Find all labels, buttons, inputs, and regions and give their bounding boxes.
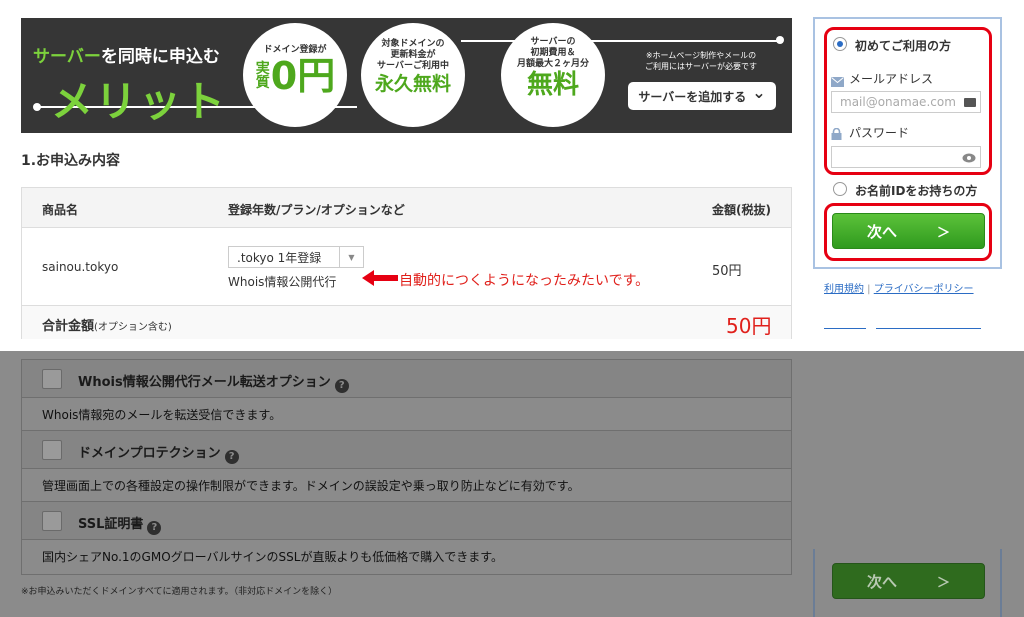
product-name: sainou.tokyo bbox=[42, 260, 119, 274]
checkbox-domain-protection[interactable] bbox=[42, 440, 62, 460]
total-label: 合計金額 bbox=[42, 319, 95, 334]
server-merit-banner: サーバーを同時に申込む メリット ドメイン登録が 実質 0円 対象ドメインの 更… bbox=[21, 18, 792, 133]
banner-subtitle: サーバーを同時に申込む bbox=[33, 47, 220, 67]
red-arrow-icon bbox=[362, 270, 398, 290]
sticky-panel: 次へ ＞ bbox=[813, 549, 1002, 617]
footnote: ※お申込みいただくドメインすべてに適用されます。（非対応ドメインを除く） bbox=[21, 587, 338, 597]
chevron-right-icon: ＞ bbox=[937, 225, 951, 241]
help-icon[interactable]: ? bbox=[147, 521, 162, 535]
option-description: 国内シェアNo.1のGMOグローバルサインのSSLが直販よりも低価格で購入できま… bbox=[42, 550, 504, 564]
merit-side-label: 実質 bbox=[255, 61, 270, 91]
annotation-note: 自動的につくようになったみたいです。 bbox=[399, 273, 650, 289]
option-row: ドメインプロテクション? bbox=[22, 431, 791, 469]
option-row: SSL証明書? bbox=[22, 502, 791, 540]
checkbox-whois-forward[interactable] bbox=[42, 369, 62, 389]
next-button-sticky[interactable]: 次へ ＞ bbox=[832, 563, 985, 599]
merit-circle-domain: ドメイン登録が 実質 0円 bbox=[243, 23, 347, 127]
banner-dot bbox=[33, 103, 41, 111]
options-box: Whois情報公開代行メール転送オプション? Whois情報宛のメールを転送受信… bbox=[21, 359, 792, 575]
merit-value: 0円 bbox=[270, 54, 336, 98]
options-section: Whois情報公開代行メール転送オプション? Whois情報宛のメールを転送受信… bbox=[0, 351, 1024, 617]
password-input[interactable] bbox=[831, 146, 981, 168]
have-id-label: お名前IDをお持ちの方 bbox=[855, 184, 978, 198]
option-row: Whois情報公開代行メール転送オプション? bbox=[22, 360, 791, 398]
merit-value: 無料 bbox=[526, 70, 579, 100]
table-header: 商品名 登録年数/プラン/オプションなど 金額(税抜) bbox=[22, 188, 791, 228]
add-server-button[interactable]: サーバーを追加する ⌄ bbox=[628, 82, 776, 110]
eye-icon bbox=[962, 152, 976, 166]
first-time-label: 初めてご利用の方 bbox=[855, 39, 952, 53]
mail-icon bbox=[831, 72, 844, 91]
chevron-down-icon: ⌄ bbox=[752, 83, 766, 102]
banner-title: メリット bbox=[51, 77, 228, 126]
section-title: 1.お申込み内容 bbox=[21, 153, 121, 169]
next-button[interactable]: 次へ ＞ bbox=[832, 213, 985, 249]
help-icon[interactable]: ? bbox=[334, 379, 349, 393]
chevron-right-icon: ＞ bbox=[937, 575, 951, 591]
radio-have-id[interactable] bbox=[833, 182, 847, 196]
password-label: パスワード bbox=[849, 126, 910, 140]
option-description: Whois情報宛のメールを転送受信できます。 bbox=[22, 398, 791, 431]
order-table: 商品名 登録年数/プラン/オプションなど 金額(税抜) sainou.tokyo… bbox=[21, 187, 792, 339]
option-description: 管理画面上での各種設定の操作制限ができます。ドメインの誤設定や乗っ取り防止などに… bbox=[22, 469, 791, 502]
checkbox-ssl[interactable] bbox=[42, 511, 62, 531]
terms-link[interactable]: 利用規約 bbox=[824, 284, 864, 295]
header-product: 商品名 bbox=[42, 203, 79, 217]
radio-first-time[interactable] bbox=[833, 37, 847, 51]
dropdown-arrow-icon: ▼ bbox=[339, 247, 363, 267]
login-panel: 初めてご利用の方 メールアドレス mail@onamae.com パスワード お… bbox=[813, 17, 1002, 269]
total-note: (オプション含む) bbox=[94, 322, 172, 333]
merit-circle-server: サーバーの 初期費用＆ 月額最大２ヶ月分 無料 bbox=[501, 23, 605, 127]
plan-select[interactable]: .tokyo 1年登録 ▼ bbox=[228, 246, 364, 268]
total-row: 合計金額(オプション含む) 50円 bbox=[22, 306, 791, 339]
banner-dot bbox=[776, 36, 784, 44]
footer-links: 利用規約 | プライバシーポリシー bbox=[824, 284, 974, 295]
merit-value: 永久無料 bbox=[374, 73, 451, 95]
keyboard-icon bbox=[964, 98, 976, 107]
whois-option-label: Whois情報公開代行 bbox=[228, 275, 337, 289]
header-price: 金額(税抜) bbox=[712, 203, 771, 217]
total-value: 50円 bbox=[726, 314, 772, 338]
merit-circle-renewal: 対象ドメインの 更新料金が サーバーご利用中 永久無料 bbox=[361, 23, 465, 127]
email-input[interactable]: mail@onamae.com bbox=[831, 91, 981, 113]
banner-note: ※ホームページ制作やメールの ご利用にはサーバーが必要です bbox=[645, 51, 757, 71]
help-icon[interactable]: ? bbox=[224, 450, 239, 464]
header-plan: 登録年数/プラン/オプションなど bbox=[228, 203, 405, 217]
privacy-link[interactable]: プライバシーポリシー bbox=[874, 284, 974, 295]
lock-icon bbox=[831, 125, 842, 144]
email-label: メールアドレス bbox=[849, 72, 934, 86]
row-price: 50円 bbox=[712, 264, 742, 279]
